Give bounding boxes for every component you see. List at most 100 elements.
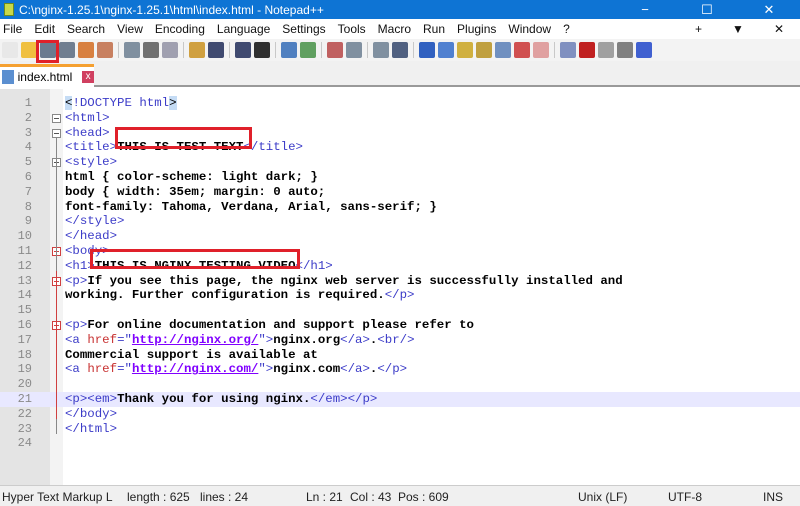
code-token: </title> [243, 140, 303, 155]
code-line[interactable]: 23 </html> [0, 422, 800, 437]
code-token: "> [258, 332, 274, 347]
menu-file[interactable]: File [3, 22, 22, 36]
cut-icon[interactable] [143, 42, 159, 58]
code-token: "> [258, 362, 274, 377]
word-wrap-icon[interactable] [392, 42, 408, 58]
save-all-icon[interactable] [59, 42, 75, 58]
code-token: <style> [65, 155, 118, 170]
find-icon[interactable] [254, 42, 270, 58]
code-line[interactable]: 20 [0, 377, 800, 392]
tab-list-button[interactable]: ▼ [732, 19, 744, 39]
close-icon[interactable] [78, 42, 94, 58]
code-line[interactable]: 19 <a href="http://nginx.com/">nginx.com<… [0, 362, 800, 377]
code-token: </body> [65, 406, 118, 421]
replace-icon[interactable] [281, 42, 297, 58]
show-all-icon[interactable] [419, 42, 435, 58]
open-icon[interactable] [21, 42, 37, 58]
code-line[interactable]: 6 html { color-scheme: light dark; } [0, 170, 800, 185]
code-line[interactable]: 10 </head> [0, 229, 800, 244]
menu-tools[interactable]: Tools [338, 22, 366, 36]
udl-icon[interactable] [457, 42, 473, 58]
tab-close-button[interactable]: x [82, 71, 94, 83]
status-pos: Pos : 609 [398, 490, 449, 504]
zoom-in-icon[interactable] [300, 42, 316, 58]
func-list-icon[interactable] [495, 42, 511, 58]
code-line[interactable]: 24 [0, 436, 800, 451]
paste-icon[interactable] [189, 42, 205, 58]
code-line[interactable]: 21 <p><em>Thank you for using nginx.</em>… [0, 392, 800, 407]
undo-icon[interactable] [208, 42, 224, 58]
close-all-icon[interactable] [97, 42, 113, 58]
menu-settings[interactable]: Settings [282, 22, 325, 36]
code-line[interactable]: 9 </style> [0, 214, 800, 229]
menu-encoding[interactable]: Encoding [155, 22, 205, 36]
new-icon[interactable] [2, 42, 18, 58]
toolbar-separator [118, 42, 119, 58]
minimize-button[interactable]: − [614, 0, 676, 19]
doc-map-icon[interactable] [476, 42, 492, 58]
menu-search[interactable]: Search [67, 22, 105, 36]
code-line[interactable]: 8 font-family: Tahoma, Verdana, Arial, sa… [0, 200, 800, 215]
monitor-icon[interactable] [533, 42, 549, 58]
menu-plugins[interactable]: Plugins [457, 22, 496, 36]
window-title: C:\nginx-1.25.1\nginx-1.25.1\html\index.… [19, 2, 324, 17]
menu-view[interactable]: View [117, 22, 143, 36]
menu-edit[interactable]: Edit [34, 22, 55, 36]
code-line[interactable]: 1 <!DOCTYPE html> [0, 96, 800, 111]
code-text: <style> [65, 155, 117, 170]
code-text: <!DOCTYPE html> [65, 96, 177, 111]
close-button[interactable]: ✕ [738, 0, 800, 19]
line-number: 15 [17, 303, 32, 318]
line-number: 18 [17, 347, 32, 362]
tab-index-html[interactable]: index.html x [0, 64, 94, 87]
code-line[interactable]: 16 <p>For online documentation and suppor… [0, 318, 800, 333]
code-line[interactable]: 18 Commercial support is available at [0, 348, 800, 363]
line-number: 21 [17, 392, 32, 406]
menu-language[interactable]: Language [217, 22, 270, 36]
menu-help[interactable]: ? [563, 22, 570, 36]
code-line[interactable]: 5 <style> [0, 155, 800, 170]
status-eol: Unix (LF) [578, 490, 628, 504]
code-line[interactable]: 17 <a href="http://nginx.org/">nginx.org<… [0, 333, 800, 348]
code-text: </style> [65, 214, 125, 229]
indent-guide-icon[interactable] [438, 42, 454, 58]
redo-icon[interactable] [235, 42, 251, 58]
play-icon[interactable] [598, 42, 614, 58]
fold-toggle-icon[interactable] [52, 128, 61, 138]
code-text: html { color-scheme: light dark; } [65, 170, 318, 185]
code-line[interactable]: 13 <p>If you see this page, the nginx web… [0, 274, 800, 289]
zoom-out-icon[interactable] [327, 42, 343, 58]
highlight-save-icon [36, 40, 59, 63]
print-icon[interactable] [124, 42, 140, 58]
sync-v-icon[interactable] [346, 42, 362, 58]
folder-workspace-icon[interactable] [514, 42, 530, 58]
line-number: 23 [17, 421, 32, 436]
stop-icon[interactable] [579, 42, 595, 58]
maximize-button[interactable]: ☐ [676, 0, 738, 19]
code-line[interactable]: 14 working. Further configuration is requ… [0, 288, 800, 303]
close-doc-button[interactable]: ✕ [774, 19, 784, 39]
code-line[interactable]: 15 [0, 303, 800, 318]
code-token: <p> [65, 273, 88, 288]
play-multi-icon[interactable] [617, 42, 633, 58]
code-token: Commercial support is available at [65, 347, 318, 362]
fold-line [56, 270, 57, 419]
sync-h-icon[interactable] [373, 42, 389, 58]
menu-run[interactable]: Run [423, 22, 445, 36]
new-tab-button[interactable]: + [695, 19, 702, 39]
fold-toggle-icon[interactable] [52, 113, 61, 123]
menu-macro[interactable]: Macro [378, 22, 411, 36]
code-token: href [87, 332, 118, 347]
toolbar-separator [367, 42, 368, 58]
record-icon[interactable] [560, 42, 576, 58]
menu-window[interactable]: Window [508, 22, 551, 36]
code-text: <html> [65, 111, 110, 126]
code-line[interactable]: 22 </body> [0, 407, 800, 422]
line-number: 2 [24, 110, 32, 125]
code-line[interactable]: 2 <html> [0, 111, 800, 126]
save-macro-icon[interactable] [636, 42, 652, 58]
line-number: 14 [17, 288, 32, 303]
copy-icon[interactable] [162, 42, 178, 58]
status-length: length : 625 [127, 490, 190, 504]
code-line[interactable]: 7 body { width: 35em; margin: 0 auto; [0, 185, 800, 200]
